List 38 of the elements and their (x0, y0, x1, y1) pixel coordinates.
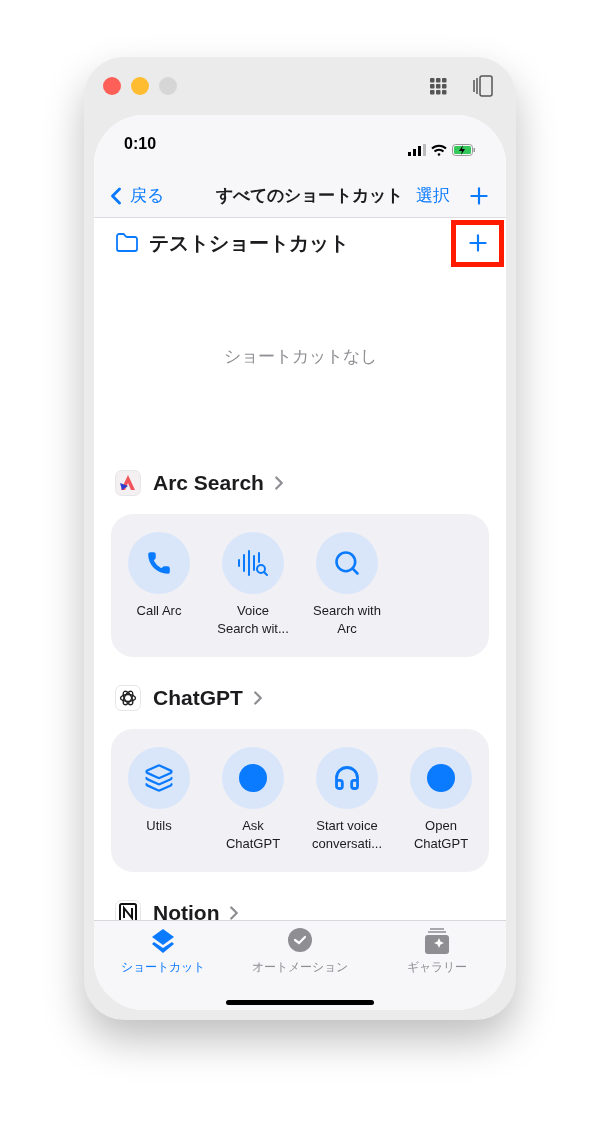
tab[interactable]: ショートカット (94, 927, 232, 976)
tab[interactable]: ギャラリー (368, 927, 506, 976)
home-grid-icon[interactable] (430, 77, 447, 95)
empty-state-text: ショートカットなし (223, 346, 377, 369)
select-button[interactable]: 選択 (416, 183, 450, 209)
shortcut-label: Call Arc (135, 602, 183, 620)
search-icon (333, 549, 361, 577)
shortcut-label: Search with Arc (312, 602, 382, 638)
shortcut-label: Start voice conversati... (310, 817, 384, 853)
voice-search-icon (236, 548, 270, 578)
shortcut-label: Ask ChatGPT (224, 817, 282, 853)
app-section-title[interactable]: Arc Search (153, 467, 264, 499)
app-section-title[interactable]: ChatGPT (153, 682, 243, 714)
shortcut-label: Open ChatGPT (412, 817, 470, 853)
tab[interactable]: オートメーション (231, 927, 369, 976)
dot-icon (239, 764, 267, 792)
folder-add-button[interactable] (451, 219, 504, 267)
folder-title: テストショートカット (149, 231, 350, 256)
dot-icon (427, 764, 455, 792)
signal-icon (408, 144, 426, 156)
layers-icon (144, 763, 174, 793)
shortcut-label: Voice Search wit... (216, 602, 290, 638)
shortcut-label: Utils (145, 817, 173, 835)
app-icon (115, 470, 141, 496)
chatgpt-icon (115, 685, 141, 711)
rotate-device-icon[interactable] (473, 75, 493, 97)
app-section-title[interactable]: Notion (153, 897, 220, 920)
gallery-icon (423, 927, 452, 955)
close-button[interactable] (103, 77, 121, 95)
folder-icon (115, 231, 139, 255)
phone-icon (146, 550, 172, 576)
clock-check-icon (286, 927, 314, 955)
headphones-icon (333, 764, 361, 792)
battery-charging-icon (452, 144, 476, 156)
nav-title: すべてのショートカット (214, 185, 404, 208)
back-button[interactable]: 戻る (102, 182, 212, 210)
wifi-icon (431, 144, 447, 156)
status-time: 0:10 (124, 134, 157, 154)
